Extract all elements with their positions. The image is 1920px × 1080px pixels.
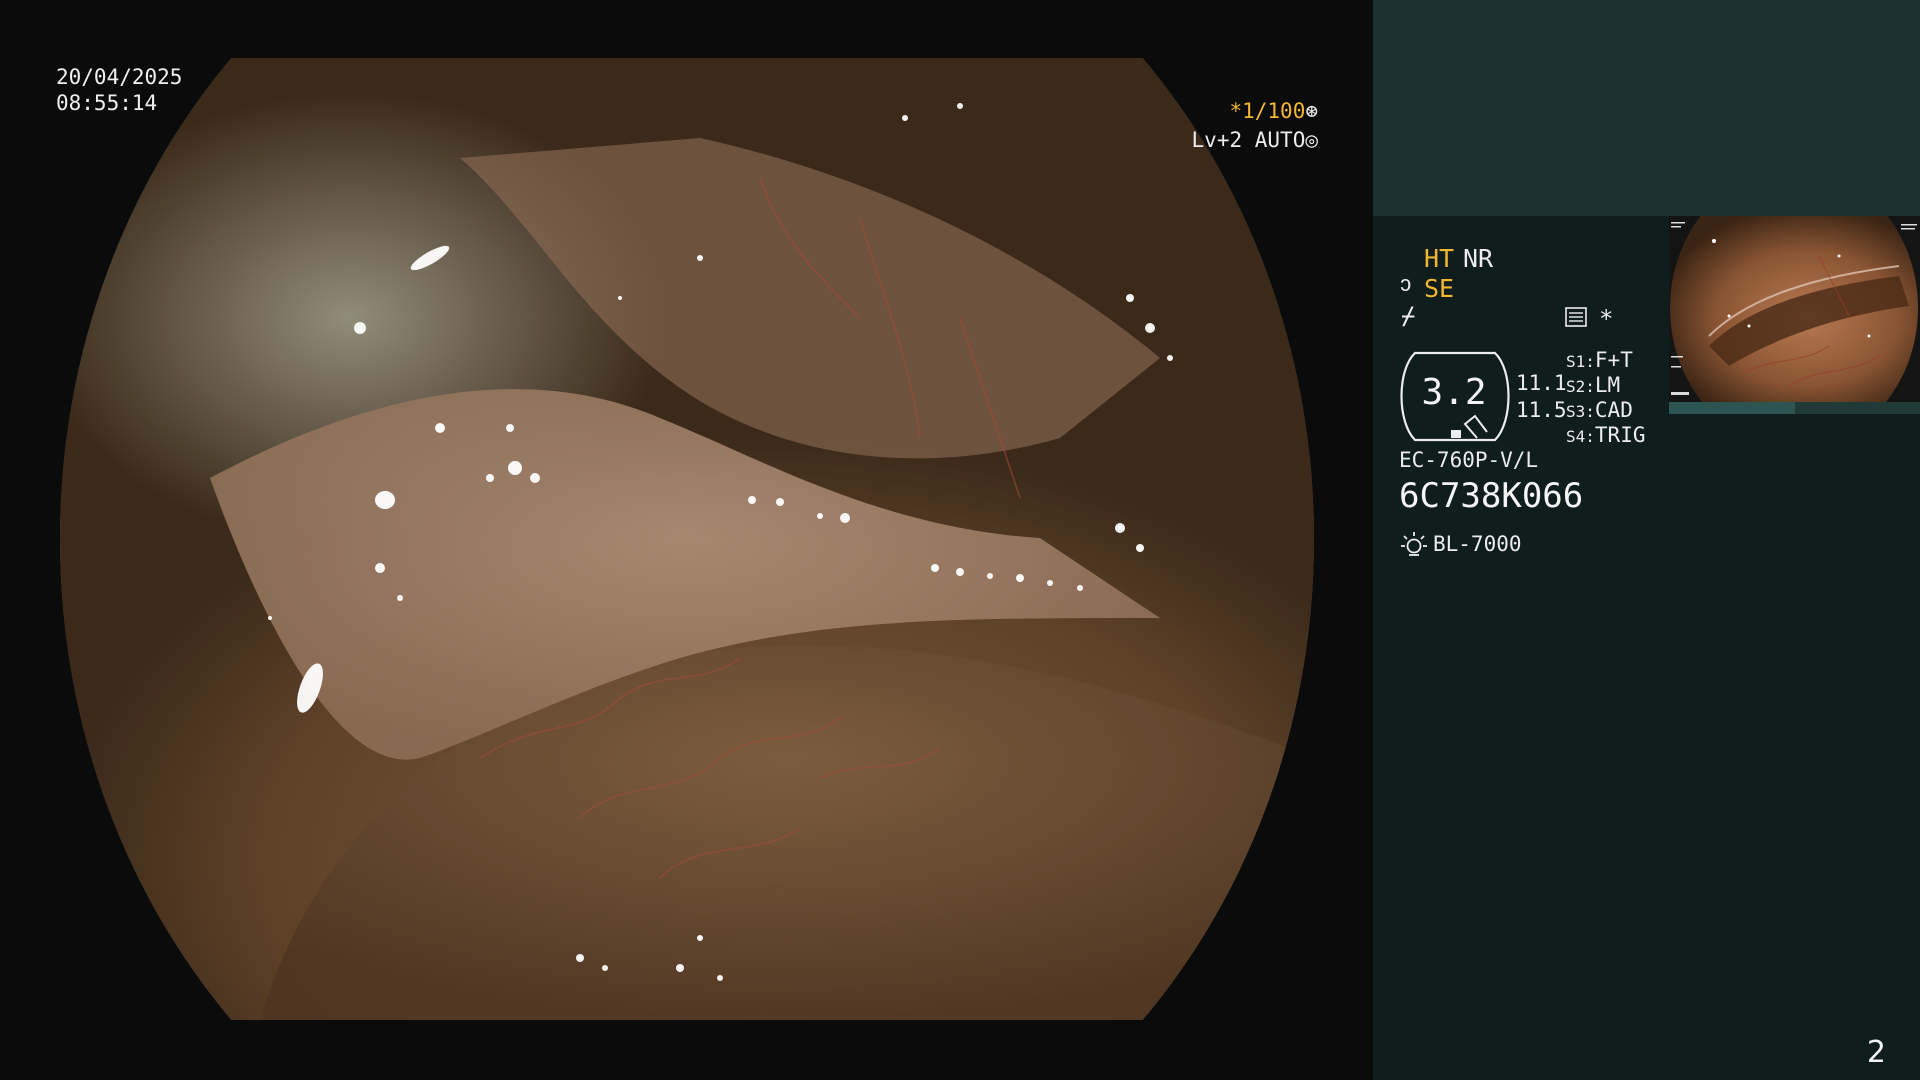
shutter-speed-text: *1/100 [1229,99,1306,123]
iris-icon: ◎ [1305,128,1318,152]
endoscopy-display: 20/04/2025 08:55:14 *1/100⊛ Lv+2 AUTO◎ H… [0,0,1920,1080]
date-time-display: 20/04/2025 08:55:14 [56,64,182,116]
light-source-icon [1401,532,1427,556]
switch-slot-2: S2:LM [1566,373,1620,397]
ht-label: HT [1424,244,1455,273]
switch-slot-value: F+T [1594,348,1633,372]
thumbnail-status-fill [1669,402,1795,414]
captured-image-thumbnail[interactable] [1669,216,1920,414]
gauge-sub-value-1: 11.1 [1516,371,1567,395]
zoom-gauge-value: 3.2 [1421,372,1487,413]
switch-slot-1: S1:F+T [1566,348,1633,372]
switch-slot-4: S4:TRIG [1566,423,1645,447]
switch-slot-value: LM [1594,373,1621,397]
info-panel: HT NR ↄ SE ⌿ * 3.2 11.1 11.5 S1:F+T S2:L… [1373,0,1920,1080]
thumbnail-image [1669,216,1920,402]
thumbnail-status-bar [1669,402,1920,414]
endoscope-live-view [60,58,1314,1020]
switch-slot-value: CAD [1594,398,1633,422]
scope-model-text: EC-760P-V/L [1399,448,1539,472]
date-text: 20/04/2025 [56,65,183,89]
switch-slot-key: S4: [1566,427,1595,446]
switch-slot-key: S2: [1566,377,1595,396]
scope-serial-text: 6C738K066 [1399,476,1584,516]
structure-enhancement-icon: ↄ [1399,272,1413,297]
switch-slot-key: S1: [1566,352,1595,371]
shutter-icon: ⊛ [1305,99,1318,123]
mucosa-image [210,103,1314,1020]
shutter-speed-display: *1/100⊛ [1229,98,1318,124]
light-source-text: BL-7000 [1433,532,1522,556]
iris-mode-text: AUTO [1254,128,1306,152]
info-panel-header-area [1373,0,1920,216]
enhancement-level-display: Lv+2 AUTO◎ [1192,127,1318,153]
time-text: 08:55:14 [56,91,158,115]
switch-slot-key: S3: [1566,402,1595,421]
nr-label: NR [1463,244,1494,273]
enhancement-level-text: Lv+2 [1191,128,1243,152]
gauge-sub-value-2: 11.5 [1516,398,1567,422]
menu-list-icon [1565,307,1587,327]
se-label: SE [1424,274,1455,303]
switch-slot-3: S3:CAD [1566,398,1633,422]
switch-slot-value: TRIG [1594,423,1646,447]
color-mode-icon: ⌿ [1401,302,1416,330]
star-indicator: * [1599,305,1614,333]
page-number: 2 [1866,1035,1886,1070]
